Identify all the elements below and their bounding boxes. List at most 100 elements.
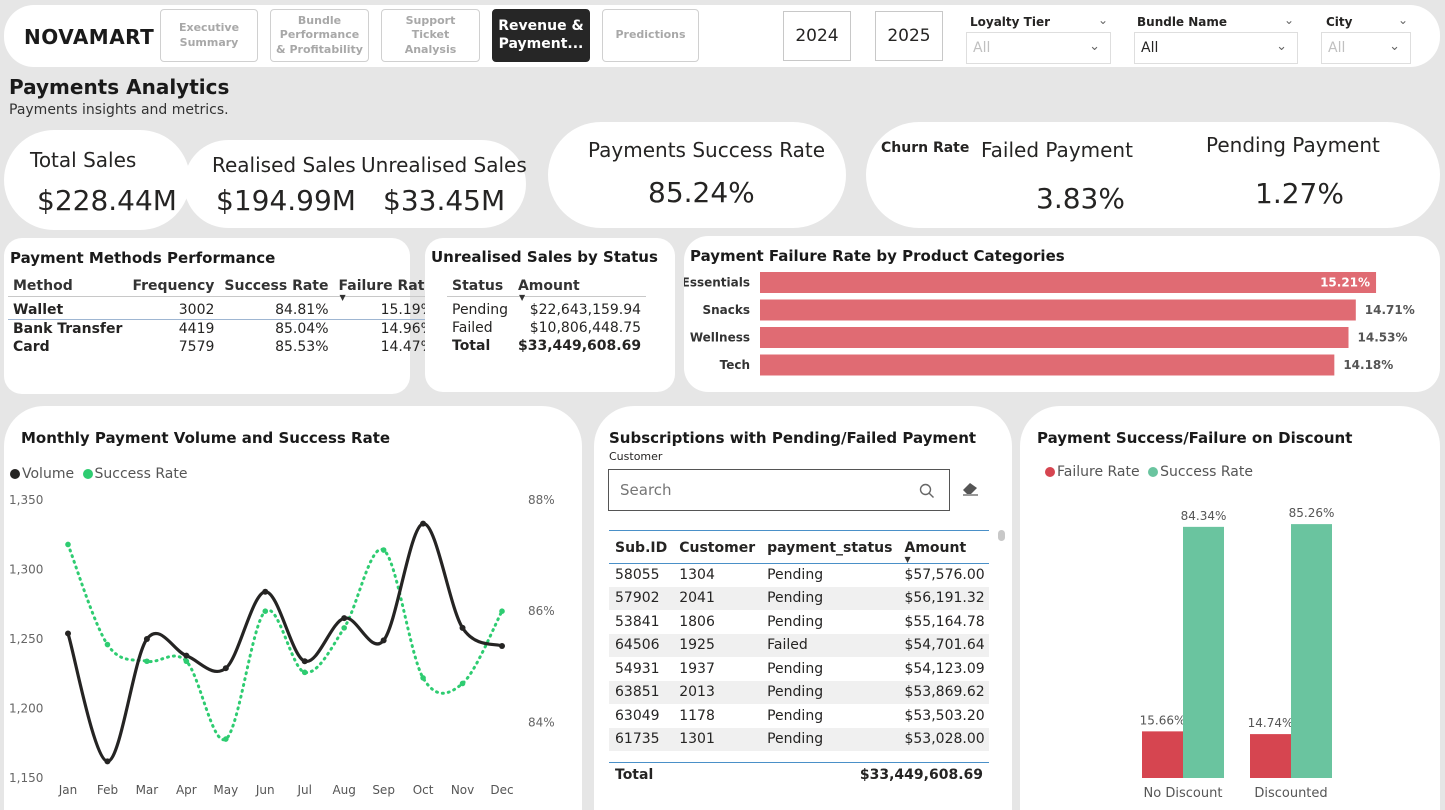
- monthly-volume-legend: Volume Success Rate: [10, 466, 187, 482]
- failure-rate-category-title: Payment Failure Rate by Product Categori…: [690, 247, 1065, 265]
- nav-support-ticket-analysis[interactable]: Support Ticket Analysis: [381, 9, 480, 62]
- table-row[interactable]: Failed $10,806,448.75: [447, 319, 646, 337]
- table-row[interactable]: 58055 1304 Pending $57,576.00: [609, 563, 989, 587]
- customer-search-box[interactable]: [608, 469, 950, 511]
- column-header-payment-status[interactable]: payment_status: [761, 531, 898, 563]
- column-header-failure-rate[interactable]: Failure Rate ▼: [333, 276, 439, 302]
- method-cell: Bank Transfer: [13, 321, 123, 337]
- amount-cell: $53,028.00: [898, 727, 989, 751]
- success-rate-line: [66, 542, 504, 741]
- loyalty-tier-dropdown[interactable]: All ⌄: [966, 32, 1111, 64]
- unrealised-sales-table: Status Amount ▼ Pending $22,643,159.94 F…: [447, 276, 647, 355]
- year-2025-button[interactable]: 2025: [875, 11, 943, 61]
- y-axis-right-tick: 84%: [528, 715, 555, 729]
- column-header-status[interactable]: Status: [447, 276, 513, 297]
- table-row[interactable]: 63851 2013 Pending $53,869.62: [609, 680, 989, 704]
- payment-status-cell: Pending: [767, 567, 824, 583]
- table-row[interactable]: Card 7579 85.53% 14.47%: [8, 338, 439, 356]
- y-axis-left-tick: 1,300: [9, 563, 43, 577]
- category-label: Wellness: [690, 331, 750, 345]
- nav-executive-summary[interactable]: Executive Summary: [160, 9, 258, 62]
- column-header-sub-id[interactable]: Sub.ID: [609, 531, 673, 563]
- unrealised-sales-card: Unrealised Sales by Status Status Amount…: [425, 238, 675, 392]
- nav-revenue-payment[interactable]: Revenue & Payment...: [492, 9, 590, 62]
- column-header-amount[interactable]: Amount ▼: [898, 531, 989, 563]
- success-rate-bar: [1183, 526, 1224, 778]
- table-row[interactable]: 54931 1937 Pending $54,123.09: [609, 657, 989, 681]
- churn-rate-card: Churn Rate Failed Payment 3.83% Pending …: [866, 122, 1440, 228]
- bundle-name-dropdown[interactable]: All ⌄: [1134, 32, 1298, 64]
- table-row[interactable]: Wallet 3002 84.81% 15.19%: [8, 297, 439, 320]
- page-subtitle: Payments insights and metrics.: [9, 102, 229, 118]
- table-row[interactable]: Pending $22,643,159.94: [447, 297, 646, 320]
- churn-rate-label: Churn Rate: [881, 140, 970, 156]
- loyalty-tier-value: All: [973, 40, 991, 56]
- chevron-down-icon[interactable]: ⌄: [1398, 13, 1408, 27]
- column-header-frequency[interactable]: Frequency: [127, 276, 220, 297]
- status-cell: Failed: [452, 320, 493, 336]
- table-row[interactable]: 63049 1178 Pending $53,503.20: [609, 704, 989, 728]
- subscriptions-table: Sub.ID Customer payment_status Amount ▼ …: [609, 531, 989, 751]
- x-axis-tick: Dec: [490, 783, 513, 797]
- customer-cell: 1178: [679, 707, 715, 724]
- sub-id-cell: 53841: [615, 613, 660, 630]
- table-row[interactable]: 64506 1925 Failed $54,701.64: [609, 633, 989, 657]
- chevron-down-icon: ⌄: [1089, 39, 1100, 54]
- bundle-name-label: Bundle Name: [1137, 15, 1228, 29]
- success-rate-value: 85.24%: [648, 176, 755, 209]
- volume-point: [499, 642, 505, 649]
- table-scrollbar[interactable]: [998, 530, 1005, 541]
- success-rate-point: [459, 680, 466, 687]
- data-label: 15.66%: [1140, 713, 1186, 727]
- table-row[interactable]: 53841 1806 Pending $55,164.78: [609, 610, 989, 634]
- success-rate-bar: [1291, 524, 1332, 778]
- x-axis-tick: Oct: [413, 783, 434, 797]
- chevron-down-icon[interactable]: ⌄: [1284, 13, 1294, 27]
- subscriptions-table-viewport[interactable]: Sub.ID Customer payment_status Amount ▼ …: [609, 530, 989, 762]
- failure-rate-cell: 14.96%: [380, 321, 434, 337]
- legend-success-rate-swatch: [82, 469, 93, 479]
- sort-desc-icon: ▼: [904, 554, 911, 564]
- search-icon[interactable]: [919, 483, 935, 499]
- success-rate-point: [262, 608, 269, 614]
- sub-id-cell: 61735: [609, 727, 674, 751]
- success-rate-cell: 85.04%: [275, 321, 329, 337]
- failure-rate-category-chart: Essentials 15.21% Snacks 14.71% Wellness 14.5…: [684, 272, 1415, 376]
- chevron-down-icon[interactable]: ⌄: [1098, 13, 1108, 27]
- table-row[interactable]: 61735 1301 Pending $53,028.00: [609, 727, 989, 751]
- y-axis-left-tick: 1,250: [9, 632, 43, 646]
- nav-predictions[interactable]: Predictions: [602, 9, 699, 62]
- volume-point: [420, 520, 427, 527]
- table-row[interactable]: 57902 2041 Pending $56,191.32: [609, 586, 989, 610]
- unrealised-sales-label: Unrealised Sales: [361, 153, 527, 177]
- eraser-icon[interactable]: [961, 481, 981, 497]
- year-2024-button[interactable]: 2024: [783, 11, 851, 61]
- amount-cell: $53,869.62: [898, 680, 989, 704]
- column-header-customer[interactable]: Customer: [673, 531, 761, 563]
- discount-chart: 15.66% 84.34% No Discount 14.74% 85.26% Disco…: [1140, 506, 1335, 801]
- category-label: Essentials: [684, 276, 750, 290]
- sort-desc-icon: ▼: [518, 293, 526, 302]
- success-rate-card: Payments Success Rate 85.24%: [548, 122, 846, 228]
- column-header-method[interactable]: Method: [8, 276, 128, 297]
- table-row[interactable]: Bank Transfer 4419 85.04% 14.96%: [8, 320, 439, 339]
- nav-bundle-performance[interactable]: Bundle Performance & Profitability: [270, 9, 369, 62]
- status-cell: Pending: [452, 302, 508, 318]
- amount-cell: $10,806,448.75: [529, 320, 642, 336]
- city-dropdown[interactable]: All ⌄: [1321, 32, 1411, 64]
- failed-payment-value: 3.83%: [1036, 182, 1125, 215]
- customer-search-input[interactable]: [609, 470, 909, 510]
- bundle-name-value: All: [1141, 40, 1159, 56]
- failure-rate-cell: 15.19%: [380, 302, 434, 318]
- sub-id-cell: 57902: [609, 586, 674, 610]
- success-rate-point: [301, 669, 308, 676]
- amount-header-label: Amount: [904, 539, 967, 556]
- sub-id-cell: 58055: [615, 567, 660, 583]
- column-header-amount[interactable]: Amount ▼: [512, 276, 647, 302]
- amount-cell: $54,701.64: [898, 633, 989, 657]
- loyalty-tier-label: Loyalty Tier: [970, 15, 1051, 29]
- total-label: Total: [452, 338, 491, 354]
- payment-status-cell: Pending: [767, 613, 824, 630]
- volume-point: [262, 588, 269, 595]
- column-header-success-rate[interactable]: Success Rate: [219, 276, 334, 297]
